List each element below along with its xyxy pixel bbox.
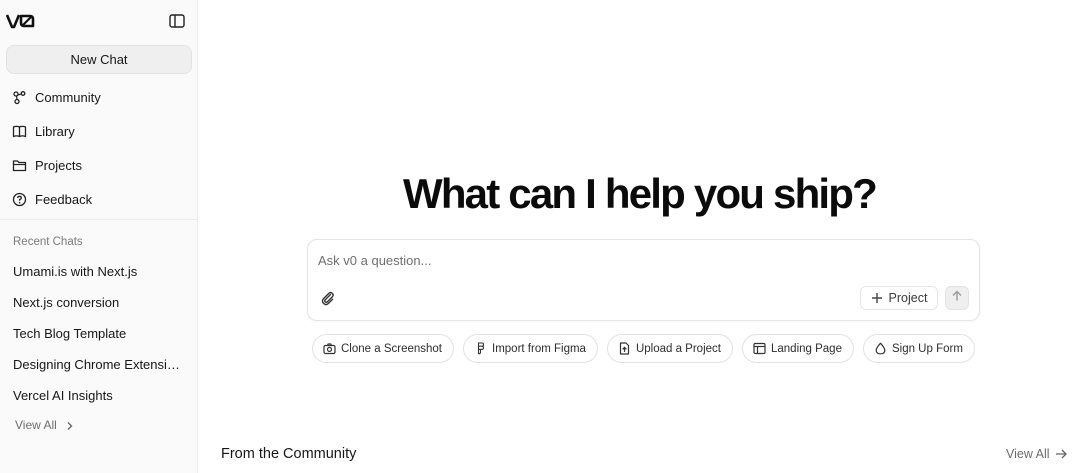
list-item[interactable]: Tech Blog Template [6, 318, 192, 349]
sidebar-item-label: Library [35, 123, 75, 139]
import-figma-chip[interactable]: Import from Figma [463, 334, 598, 363]
sidebar-divider [0, 219, 198, 220]
community-icon [12, 90, 27, 105]
prompt-input[interactable] [318, 250, 958, 270]
sidebar-item-label: Community [35, 89, 101, 105]
community-section-title: From the Community [221, 446, 357, 462]
list-item[interactable]: Umami.is with Next.js [6, 256, 192, 287]
sidebar-toggle-icon[interactable] [168, 12, 186, 30]
sidebar-item-label: Feedback [35, 191, 93, 207]
folder-icon [12, 158, 27, 173]
sign-up-form-chip[interactable]: Sign Up Form [862, 334, 975, 363]
sidebar-item-projects[interactable]: Projects [6, 148, 192, 182]
file-upload-icon [618, 342, 631, 355]
figma-icon [474, 342, 487, 355]
view-all-label: View All [15, 418, 57, 432]
prompt-box: Project [307, 239, 980, 321]
chip-label: Sign Up Form [891, 342, 963, 355]
chip-label: Clone a Screenshot [341, 342, 443, 355]
page-title: What can I help you ship? [402, 170, 878, 217]
suggestion-chips: Clone a Screenshot Import from Figma Upl… [312, 334, 975, 363]
chip-label: Upload a Project [635, 342, 721, 355]
chevron-right-icon [66, 420, 74, 430]
view-all-community-link[interactable]: View All [1006, 447, 1067, 461]
view-all-chats-link[interactable]: View All [15, 418, 74, 432]
sidebar-item-community[interactable]: Community [6, 80, 192, 114]
arrow-up-icon [951, 289, 963, 307]
layout-icon [753, 342, 766, 355]
droplet-icon [874, 342, 887, 355]
v0-logo[interactable] [5, 12, 36, 30]
list-item[interactable]: Vercel AI Insights [6, 380, 192, 411]
add-project-button[interactable]: Project [860, 286, 938, 310]
list-item[interactable]: Next.js conversion [6, 287, 192, 318]
clone-screenshot-chip[interactable]: Clone a Screenshot [312, 334, 455, 363]
sidebar-item-label: Projects [35, 157, 82, 173]
landing-page-chip[interactable]: Landing Page [741, 334, 854, 363]
sidebar-item-library[interactable]: Library [6, 114, 192, 148]
view-all-label: View All [1006, 447, 1050, 461]
camera-icon [323, 342, 336, 355]
sidebar-item-feedback[interactable]: Feedback [6, 182, 192, 216]
send-button[interactable] [945, 286, 969, 310]
recent-chats-label: Recent Chats [13, 236, 83, 248]
add-project-label: Project [888, 291, 928, 305]
new-chat-button[interactable]: New Chat [6, 45, 192, 74]
recent-chats-list: Umami.is with Next.js Next.js conversion… [6, 256, 192, 411]
paperclip-icon[interactable] [320, 290, 336, 306]
upload-project-chip[interactable]: Upload a Project [606, 334, 733, 363]
sidebar-nav: Community Library Projects Feedback [6, 80, 192, 216]
chip-label: Import from Figma [492, 342, 586, 355]
chip-label: Landing Page [770, 342, 842, 355]
sidebar: New Chat Community Library Projects Feed… [0, 0, 198, 473]
book-icon [12, 124, 27, 139]
plus-icon [871, 292, 883, 304]
list-item[interactable]: Designing Chrome Extensi… [6, 349, 192, 380]
arrow-right-icon [1055, 448, 1067, 460]
help-circle-icon [12, 192, 27, 207]
